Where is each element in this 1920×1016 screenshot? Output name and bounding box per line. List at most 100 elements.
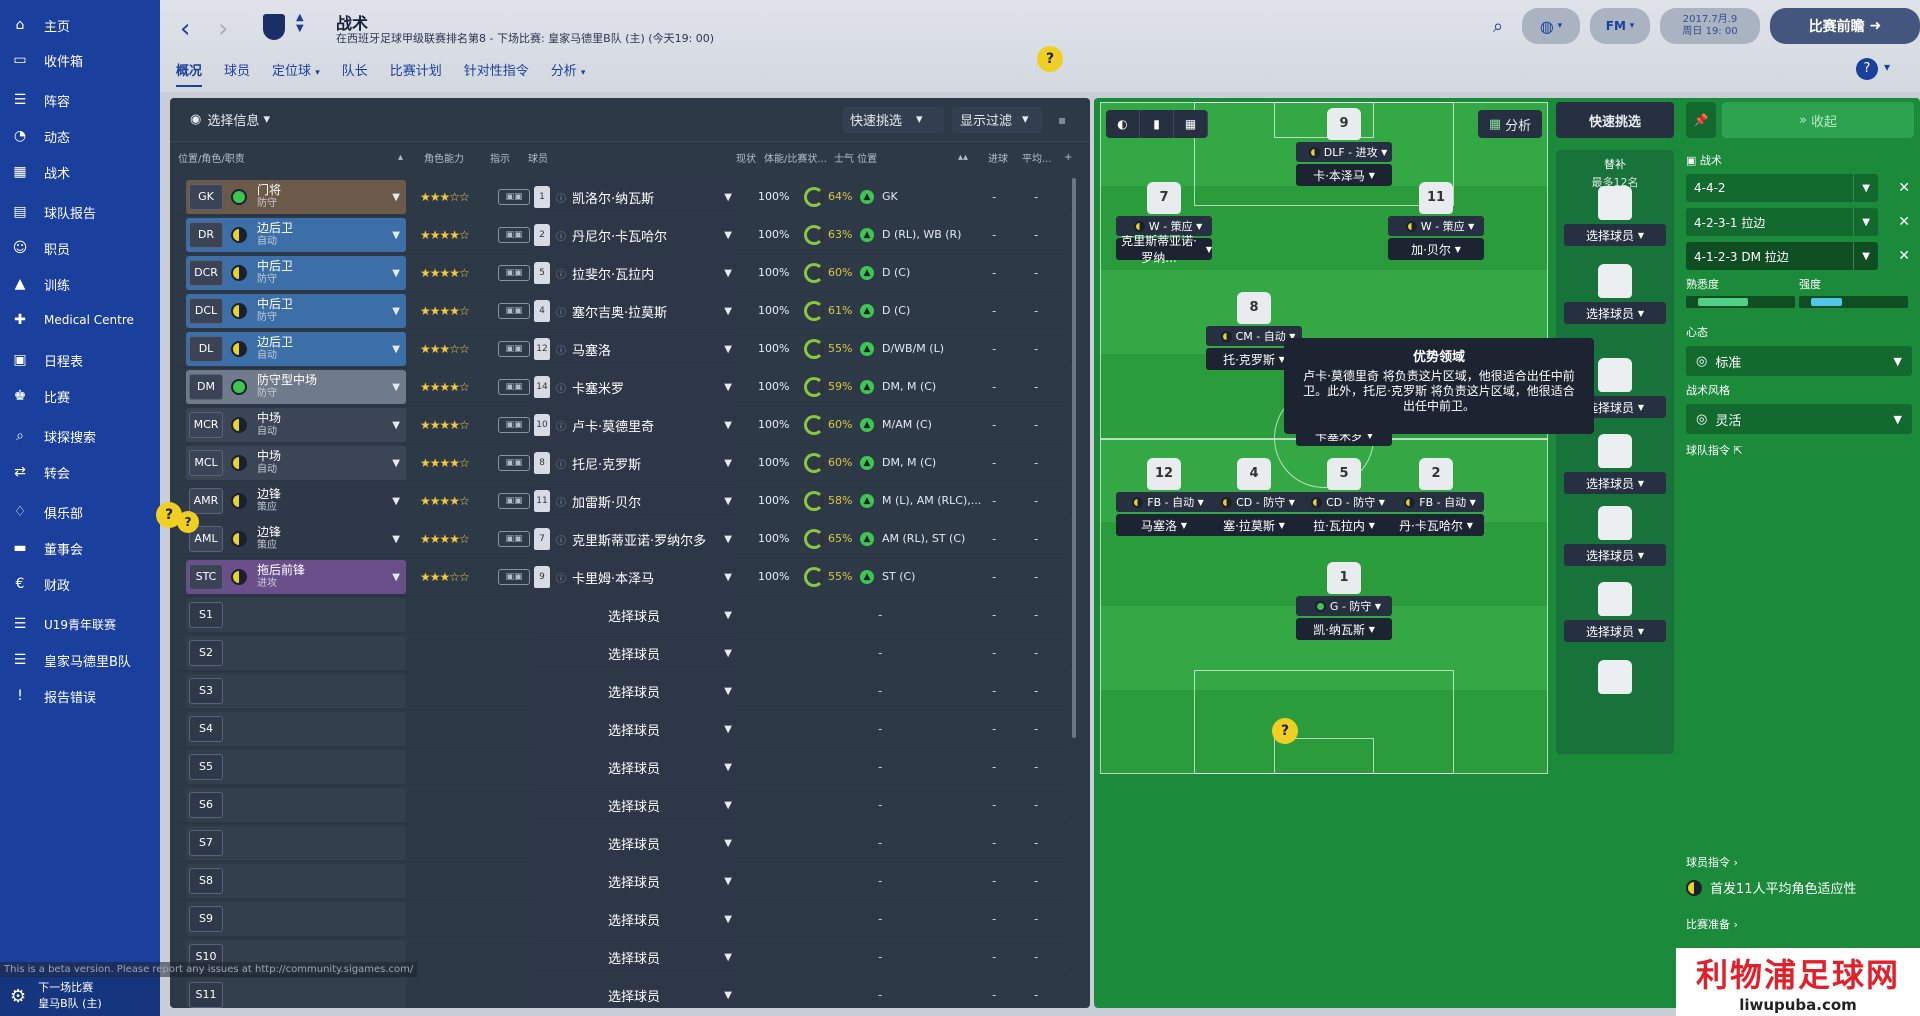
col-condition[interactable]: 体能/比赛状...: [764, 150, 827, 165]
role-selector[interactable]: FB - 自动 ▼: [1116, 492, 1212, 512]
chevron-down-icon[interactable]: ▾: [1884, 60, 1890, 74]
player-selector[interactable]: 塞·拉莫斯 ▼: [1206, 514, 1302, 536]
chevron-down-icon[interactable]: ▼: [724, 572, 732, 583]
col-role-ability[interactable]: 角色能力: [424, 150, 464, 165]
player-selector[interactable]: 马塞洛 ▼: [1116, 514, 1212, 536]
position-role-selector[interactable]: STC 拖后前锋 进攻 ▼: [186, 560, 406, 594]
player-selector[interactable]: 14 ⓘ 卡塞米罗 ▼: [530, 370, 738, 404]
instructions-icon[interactable]: ▣▣: [498, 530, 530, 547]
position-role-selector[interactable]: AMR 边锋 策应 ▼: [186, 484, 406, 518]
grid-icon[interactable]: ▦: [1174, 110, 1208, 138]
table-row[interactable]: GK 门将 防守 ▼ ★★★☆☆ ▣▣ 1 ⓘ 凯洛尔·纳瓦斯 ▼ 100% 64% ▲ GK - -: [178, 178, 1068, 216]
sidebar-item-home[interactable]: ⌂ 主页: [0, 0, 160, 42]
table-row[interactable]: DCR 中后卫 防守 ▼ ★★★★☆ ▣▣ 5 ⓘ 拉斐尔·瓦拉内 ▼ 100% 60% ▲ D (C) -…: [178, 254, 1068, 292]
chevron-down-icon[interactable]: ▼: [724, 192, 732, 203]
role-selector[interactable]: G - 防守 ▼: [1296, 596, 1392, 616]
info-icon[interactable]: ⓘ: [556, 342, 566, 357]
pitch-player-amr[interactable]: 11 W - 策应 ▼ 加·贝尔 ▼: [1386, 182, 1486, 260]
display-filter-button[interactable]: 显示过滤 ▾: [952, 106, 1042, 133]
add-column-icon[interactable]: +: [1064, 152, 1072, 163]
player-selector[interactable]: 丹·卡瓦哈尔 ▼: [1388, 514, 1484, 536]
chevron-down-icon[interactable]: ▼: [724, 686, 732, 697]
pitch-player-dcl[interactable]: 4 CD - 防守 ▼ 塞·拉莫斯 ▼: [1204, 458, 1304, 536]
player-selector[interactable]: 选择球员 ▼: [530, 636, 738, 670]
player-selector[interactable]: 1 ⓘ 凯洛尔·纳瓦斯 ▼: [530, 180, 738, 214]
quick-pick-button[interactable]: 快速挑选 ▾: [842, 106, 944, 133]
table-row[interactable]: DR 边后卫 自动 ▼ ★★★★☆ ▣▣ 2 ⓘ 丹尼尔·卡瓦哈尔 ▼ 100% 63% ▲ D (RL)…: [178, 216, 1068, 254]
sidebar-item-training[interactable]: ▲ 训练: [0, 266, 160, 302]
col-status[interactable]: 现状: [736, 150, 756, 165]
player-name[interactable]: 拉斐尔·瓦拉内: [572, 264, 654, 283]
instructions-icon[interactable]: ▣▣: [498, 302, 530, 319]
instructions-icon[interactable]: ▣▣: [498, 378, 530, 395]
tactical-style-dropdown[interactable]: ◎ 灵活 ▼: [1686, 404, 1912, 434]
chevron-down-icon[interactable]: ▼: [392, 306, 400, 317]
next-match-footer[interactable]: ⚙ 下一场比赛 皇马B队 (主): [0, 976, 160, 1016]
tab-opposition-instructions[interactable]: 针对性指令: [464, 60, 529, 87]
sidebar-item-calendar[interactable]: ▣ 日程表: [0, 342, 160, 378]
info-icon[interactable]: ⓘ: [556, 494, 566, 509]
col-morale-position[interactable]: 士气 位置: [834, 150, 877, 165]
close-icon[interactable]: ✕: [1898, 248, 1910, 264]
player-name[interactable]: 托尼·克罗斯: [572, 454, 641, 473]
instructions-icon[interactable]: ▣▣: [498, 492, 530, 509]
chevron-down-icon[interactable]: ▼: [724, 990, 732, 1001]
role-selector[interactable]: CD - 防守 ▼: [1206, 492, 1302, 512]
instructions-icon[interactable]: ▣▣: [498, 264, 530, 281]
player-instructions-link[interactable]: 球员指令 ›: [1686, 854, 1738, 870]
chevron-down-icon[interactable]: ▼: [724, 610, 732, 621]
player-selector[interactable]: 克里斯蒂亚诺·罗纳... ▼: [1116, 234, 1212, 265]
help-hint-icon[interactable]: ?: [1037, 46, 1063, 72]
player-selector[interactable]: 选择球员 ▼: [530, 750, 738, 784]
table-row[interactable]: DL 边后卫 自动 ▼ ★★★☆☆ ▣▣ 12 ⓘ 马塞洛 ▼ 100% 55% ▲ D/WB/M (L)…: [178, 330, 1068, 368]
role-selector[interactable]: W - 策应 ▼: [1388, 216, 1484, 236]
sub-bench-slot[interactable]: 选择球员 ▼: [1564, 506, 1666, 566]
sidebar-item-board[interactable]: ▬ 董事会: [0, 530, 160, 566]
tab-match-plans[interactable]: 比赛计划: [390, 60, 442, 87]
match-prep-link[interactable]: 比赛准备 ›: [1686, 916, 1738, 932]
role-selector[interactable]: DLF - 进攻 ▼: [1296, 142, 1392, 162]
chevron-down-icon[interactable]: ▼: [724, 800, 732, 811]
select-player-button[interactable]: 选择球员 ▼: [1564, 544, 1666, 566]
club-switch-icon[interactable]: ▲ ▼: [296, 12, 304, 34]
table-row[interactable]: S5 选择球员 ▼ - - -: [178, 748, 1068, 786]
close-icon[interactable]: ✕: [1898, 214, 1910, 230]
player-selector[interactable]: 选择球员 ▼: [530, 674, 738, 708]
table-row[interactable]: AML 边锋 策应 ▼ ★★★★☆ ▣▣ 7 ⓘ 克里斯蒂亚诺·罗纳尔多 ▼ 100% 65% ▲ AM …: [178, 520, 1068, 558]
player-selector[interactable]: 8 ⓘ 托尼·克罗斯 ▼: [530, 446, 738, 480]
player-selector[interactable]: 选择球员 ▼: [530, 712, 738, 746]
mentality-dropdown[interactable]: ◎ 标准 ▼: [1686, 346, 1912, 376]
player-selector[interactable]: 选择球员 ▼: [530, 978, 738, 1008]
instructions-icon[interactable]: ▣▣: [498, 416, 530, 433]
settings-icon[interactable]: ⚙: [10, 986, 26, 1007]
table-row[interactable]: DCL 中后卫 防守 ▼ ★★★★☆ ▣▣ 4 ⓘ 塞尔吉奥·拉莫斯 ▼ 100% 61% ▲ D (C)…: [178, 292, 1068, 330]
select-player-button[interactable]: 选择球员 ▼: [1564, 472, 1666, 494]
sidebar-item-b-team[interactable]: ☰ 皇家马德里B队: [0, 642, 160, 678]
chevron-down-icon[interactable]: ▼: [392, 192, 400, 203]
pin-icon[interactable]: 📌: [1686, 102, 1716, 138]
position-role-selector[interactable]: DM 防守型中场 防守 ▼: [186, 370, 406, 404]
info-icon[interactable]: ⓘ: [556, 532, 566, 547]
search-icon[interactable]: ⌕: [1484, 8, 1512, 44]
select-player-button[interactable]: 选择球员 ▼: [1564, 224, 1666, 246]
chevron-down-icon[interactable]: ▼: [724, 724, 732, 735]
player-name[interactable]: 塞尔吉奥·拉莫斯: [572, 302, 667, 321]
chevron-down-icon[interactable]: ▼: [724, 952, 732, 963]
position-role-selector[interactable]: DL 边后卫 自动 ▼: [186, 332, 406, 366]
sidebar-item-youth[interactable]: ☰ U19青年联赛: [0, 606, 160, 642]
table-row[interactable]: MCL 中场 自动 ▼ ★★★★☆ ▣▣ 8 ⓘ 托尼·克罗斯 ▼ 100% 60% ▲ DM, M (C…: [178, 444, 1068, 482]
table-row[interactable]: S2 选择球员 ▼ - - -: [178, 634, 1068, 672]
position-role-selector[interactable]: GK 门将 防守 ▼: [186, 180, 406, 214]
player-selector[interactable]: 10 ⓘ 卢卡·莫德里奇 ▼: [530, 408, 738, 442]
sidebar-item-staff[interactable]: ☺ 职员: [0, 230, 160, 266]
position-role-selector[interactable]: DCL 中后卫 防守 ▼: [186, 294, 406, 328]
chevron-down-icon[interactable]: ▼: [724, 306, 732, 317]
player-selector[interactable]: 2 ⓘ 丹尼尔·卡瓦哈尔 ▼: [530, 218, 738, 252]
position-role-selector[interactable]: AML 边锋 策应 ▼: [186, 522, 406, 556]
sidebar-item-report[interactable]: ▤ 球队报告: [0, 194, 160, 230]
sidebar-item-squad[interactable]: ☰ 阵容: [0, 82, 160, 118]
formation-slot-2[interactable]: 4-2-3-1 拉边 ▼ ✕: [1686, 208, 1910, 236]
help-icon[interactable]: ?: [1856, 58, 1878, 80]
col-avg-rating[interactable]: 平均...: [1022, 150, 1052, 165]
player-selector[interactable]: 选择球员 ▼: [530, 940, 738, 974]
